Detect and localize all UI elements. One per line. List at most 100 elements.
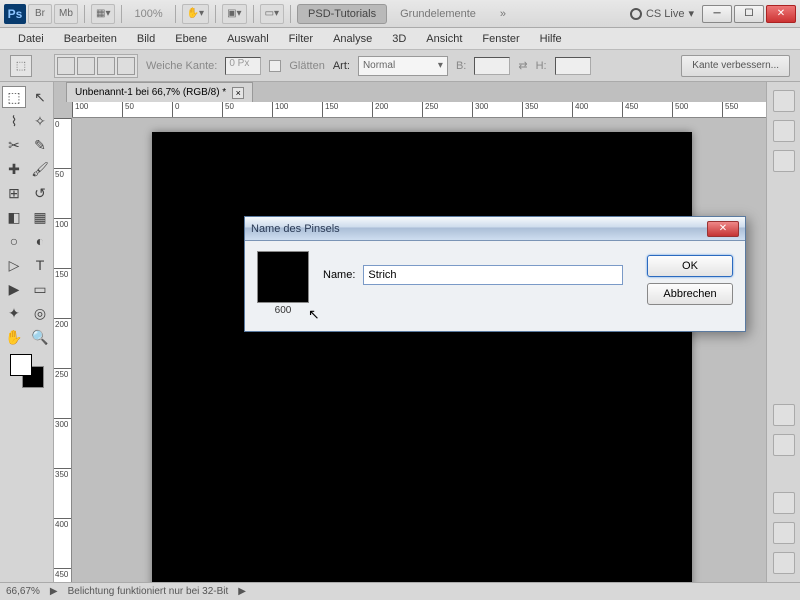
height-label: H:: [536, 60, 547, 72]
bridge-button[interactable]: Br: [28, 4, 52, 24]
brush-preview: 600: [257, 251, 309, 316]
feather-input[interactable]: 0 Px: [225, 57, 261, 75]
color-swatches[interactable]: [10, 354, 44, 388]
masks-panel-icon[interactable]: [773, 434, 795, 456]
tools-panel: ⬚ ↖ ⌇ ✧ ✂ ✎ ✚ 🖌 ⊞ ↺ ◧ ▦ ○ ◐ ▷ T ▶ ▭ ✦ ◎ …: [0, 82, 54, 582]
menu-ansicht[interactable]: Ansicht: [416, 30, 472, 48]
menu-filter[interactable]: Filter: [279, 30, 323, 48]
path-selection-tool[interactable]: ▶: [2, 278, 26, 300]
cslive-icon: [630, 8, 642, 20]
workspace-tab-inactive[interactable]: Grundelemente: [389, 4, 487, 24]
menu-bar: Datei Bearbeiten Bild Ebene Auswahl Filt…: [0, 28, 800, 50]
pen-tool[interactable]: ▷: [2, 254, 26, 276]
layers-panel-icon[interactable]: [773, 492, 795, 514]
menu-bearbeiten[interactable]: Bearbeiten: [54, 30, 127, 48]
healing-brush-tool[interactable]: ✚: [2, 158, 26, 180]
dialog-title: Name des Pinsels: [251, 223, 340, 235]
blur-tool[interactable]: ○: [2, 230, 26, 252]
adjustments-panel-icon[interactable]: [773, 404, 795, 426]
ok-button[interactable]: OK: [647, 255, 733, 277]
minibridge-button[interactable]: Mb: [54, 4, 78, 24]
refine-edge-button[interactable]: Kante verbessern...: [681, 55, 790, 77]
type-tool[interactable]: T: [28, 254, 52, 276]
cslive-button[interactable]: CS Live ▾: [630, 7, 694, 20]
width-label: B:: [456, 60, 466, 72]
canvas-viewport[interactable]: [72, 118, 766, 582]
menu-datei[interactable]: Datei: [8, 30, 54, 48]
crop-tool[interactable]: ✂: [2, 134, 26, 156]
cancel-button[interactable]: Abbrechen: [647, 283, 733, 305]
color-panel-icon[interactable]: [773, 90, 795, 112]
status-message: Belichtung funktioniert nur bei 32-Bit: [68, 586, 229, 597]
menu-bild[interactable]: Bild: [127, 30, 165, 48]
ruler-horizontal: 1005005010015020025030035040045050055060…: [72, 102, 766, 118]
tool-preset-icon[interactable]: ⬚: [10, 55, 32, 77]
styles-panel-icon[interactable]: [773, 150, 795, 172]
document-tab-close-icon[interactable]: ×: [232, 87, 244, 99]
add-selection-icon[interactable]: [77, 57, 95, 75]
marquee-tool[interactable]: ⬚: [2, 86, 26, 108]
menu-auswahl[interactable]: Auswahl: [217, 30, 279, 48]
view-extras-button[interactable]: ▦▾: [91, 4, 115, 24]
arrange-button[interactable]: ▣▾: [222, 4, 246, 24]
canvas[interactable]: [152, 132, 692, 582]
stamp-tool[interactable]: ⊞: [2, 182, 26, 204]
menu-3d[interactable]: 3D: [382, 30, 416, 48]
swap-icon: ⇄: [518, 59, 527, 72]
swatches-panel-icon[interactable]: [773, 120, 795, 142]
antialias-label: Glätten: [289, 60, 324, 72]
move-tool[interactable]: ↖: [28, 86, 52, 108]
lasso-tool[interactable]: ⌇: [2, 110, 26, 132]
3d-camera-tool[interactable]: ◎: [28, 302, 52, 324]
3d-tool[interactable]: ✦: [2, 302, 26, 324]
status-bar: 66,67% ▶ Belichtung funktioniert nur bei…: [0, 582, 800, 600]
hand-tool-button[interactable]: ✋▾: [182, 4, 209, 24]
shape-tool[interactable]: ▭: [28, 278, 52, 300]
channels-panel-icon[interactable]: [773, 522, 795, 544]
application-bar: Ps Br Mb ▦▾ 100% ✋▾ ▣▾ ▭▾ PSD-Tutorials …: [0, 0, 800, 28]
right-panel-dock: [766, 82, 800, 582]
gradient-tool[interactable]: ▦: [28, 206, 52, 228]
eraser-tool[interactable]: ◧: [2, 206, 26, 228]
brush-tool[interactable]: 🖌: [28, 158, 52, 180]
new-selection-icon[interactable]: [57, 57, 75, 75]
selection-mode-buttons[interactable]: [54, 54, 138, 78]
app-logo: Ps: [4, 4, 26, 24]
document-tab[interactable]: Unbenannt-1 bei 66,7% (RGB/8) * ×: [66, 82, 253, 102]
menu-analyse[interactable]: Analyse: [323, 30, 382, 48]
menu-hilfe[interactable]: Hilfe: [530, 30, 572, 48]
status-zoom[interactable]: 66,67%: [6, 586, 40, 597]
menu-fenster[interactable]: Fenster: [472, 30, 529, 48]
status-arrow2-icon[interactable]: ▶: [238, 586, 246, 597]
minimize-button[interactable]: ─: [702, 5, 732, 23]
subtract-selection-icon[interactable]: [97, 57, 115, 75]
menu-ebene[interactable]: Ebene: [165, 30, 217, 48]
hand-tool[interactable]: ✋: [2, 326, 26, 348]
status-arrow-icon[interactable]: ▶: [50, 586, 58, 597]
brush-name-input[interactable]: [363, 265, 623, 285]
foreground-color[interactable]: [10, 354, 32, 376]
width-input: [474, 57, 510, 75]
history-brush-tool[interactable]: ↺: [28, 182, 52, 204]
brush-thumbnail: [257, 251, 309, 303]
zoom-tool[interactable]: 🔍: [28, 326, 52, 348]
close-button[interactable]: ✕: [766, 5, 796, 23]
workspace-tab-active[interactable]: PSD-Tutorials: [297, 4, 387, 24]
options-bar: ⬚ Weiche Kante: 0 Px Glätten Art: Normal…: [0, 50, 800, 82]
maximize-button[interactable]: ☐: [734, 5, 764, 23]
paths-panel-icon[interactable]: [773, 552, 795, 574]
dialog-titlebar[interactable]: Name des Pinsels ✕: [245, 217, 745, 241]
feather-label: Weiche Kante:: [146, 60, 217, 72]
eyedropper-tool[interactable]: ✎: [28, 134, 52, 156]
brush-size-label: 600: [275, 305, 292, 316]
screen-mode-button[interactable]: ▭▾: [260, 4, 284, 24]
magic-wand-tool[interactable]: ✧: [28, 110, 52, 132]
antialias-checkbox[interactable]: [269, 60, 281, 72]
dodge-tool[interactable]: ◐: [28, 230, 52, 252]
intersect-selection-icon[interactable]: [117, 57, 135, 75]
zoom-readout[interactable]: 100%: [128, 8, 168, 20]
dialog-close-button[interactable]: ✕: [707, 221, 739, 237]
workspace-more[interactable]: »: [489, 4, 517, 24]
style-select[interactable]: Normal▾: [358, 56, 448, 76]
document-area: Unbenannt-1 bei 66,7% (RGB/8) * × 100500…: [54, 82, 766, 582]
